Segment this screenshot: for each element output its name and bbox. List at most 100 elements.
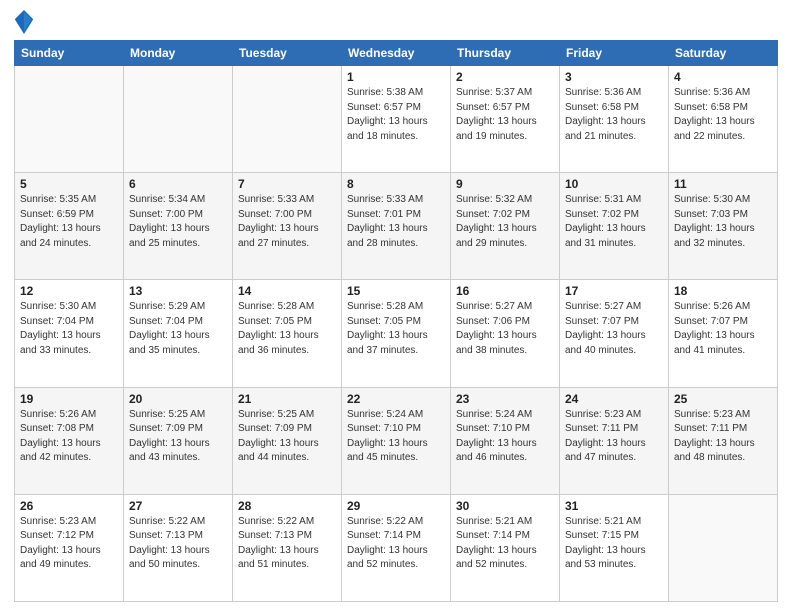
day-info: Sunrise: 5:34 AMSunset: 7:00 PMDaylight:… <box>129 193 227 251</box>
day-info: Sunrise: 5:30 AMSunset: 7:04 PMDaylight:… <box>20 300 118 358</box>
calendar-week-2: 12 Sunrise: 5:30 AMSunset: 7:04 PMDayligh… <box>15 280 778 387</box>
day-number: 5 <box>20 177 118 191</box>
day-info: Sunrise: 5:29 AMSunset: 7:04 PMDaylight:… <box>129 300 227 358</box>
day-info: Sunrise: 5:25 AMSunset: 7:09 PMDaylight:… <box>129 408 227 466</box>
day-info: Sunrise: 5:26 AMSunset: 7:08 PMDaylight:… <box>20 408 118 466</box>
day-info: Sunrise: 5:36 AMSunset: 6:58 PMDaylight:… <box>565 86 663 144</box>
calendar-cell: 25 Sunrise: 5:23 AMSunset: 7:11 PMDayligh… <box>669 387 778 494</box>
day-number: 16 <box>456 284 554 298</box>
calendar-cell: 10Sunrise: 5:31 AMSunset: 7:02 PMDayligh… <box>560 173 669 280</box>
day-info: Sunrise: 5:22 AMSunset: 7:14 PMDaylight:… <box>347 515 445 573</box>
day-number: 2 <box>456 70 554 84</box>
day-info: Sunrise: 5:38 AMSunset: 6:57 PMDaylight:… <box>347 86 445 144</box>
calendar-cell: 7 Sunrise: 5:33 AMSunset: 7:00 PMDaylight… <box>233 173 342 280</box>
day-number: 30 <box>456 499 554 513</box>
calendar-header: SundayMondayTuesdayWednesdayThursdayFrid… <box>15 41 778 66</box>
day-number: 11 <box>674 177 772 191</box>
day-number: 18 <box>674 284 772 298</box>
day-number: 21 <box>238 392 336 406</box>
calendar-cell <box>233 66 342 173</box>
calendar-cell: 27 Sunrise: 5:22 AMSunset: 7:13 PMDayligh… <box>124 494 233 601</box>
day-number: 27 <box>129 499 227 513</box>
calendar-table: SundayMondayTuesdayWednesdayThursdayFrid… <box>14 40 778 602</box>
calendar-cell: 9 Sunrise: 5:32 AMSunset: 7:02 PMDaylight… <box>451 173 560 280</box>
day-number: 9 <box>456 177 554 191</box>
header-day-sunday: Sunday <box>15 41 124 66</box>
day-number: 25 <box>674 392 772 406</box>
calendar-week-4: 26 Sunrise: 5:23 AMSunset: 7:12 PMDayligh… <box>15 494 778 601</box>
logo-icon <box>14 10 34 34</box>
day-number: 19 <box>20 392 118 406</box>
calendar-week-3: 19 Sunrise: 5:26 AMSunset: 7:08 PMDayligh… <box>15 387 778 494</box>
calendar-cell: 5 Sunrise: 5:35 AMSunset: 6:59 PMDaylight… <box>15 173 124 280</box>
day-number: 24 <box>565 392 663 406</box>
day-info: Sunrise: 5:33 AMSunset: 7:00 PMDaylight:… <box>238 193 336 251</box>
calendar-cell: 30Sunrise: 5:21 AMSunset: 7:14 PMDayligh… <box>451 494 560 601</box>
day-info: Sunrise: 5:23 AMSunset: 7:11 PMDaylight:… <box>674 408 772 466</box>
calendar-week-1: 5 Sunrise: 5:35 AMSunset: 6:59 PMDaylight… <box>15 173 778 280</box>
day-info: Sunrise: 5:24 AMSunset: 7:10 PMDaylight:… <box>456 408 554 466</box>
logo <box>14 10 36 34</box>
day-number: 20 <box>129 392 227 406</box>
calendar-cell <box>15 66 124 173</box>
day-info: Sunrise: 5:22 AMSunset: 7:13 PMDaylight:… <box>129 515 227 573</box>
day-number: 6 <box>129 177 227 191</box>
calendar-cell: 22 Sunrise: 5:24 AMSunset: 7:10 PMDayligh… <box>342 387 451 494</box>
header-day-friday: Friday <box>560 41 669 66</box>
calendar-week-0: 1 Sunrise: 5:38 AMSunset: 6:57 PMDaylight… <box>15 66 778 173</box>
calendar-cell: 2 Sunrise: 5:37 AMSunset: 6:57 PMDaylight… <box>451 66 560 173</box>
day-info: Sunrise: 5:24 AMSunset: 7:10 PMDaylight:… <box>347 408 445 466</box>
day-number: 7 <box>238 177 336 191</box>
day-number: 22 <box>347 392 445 406</box>
day-number: 12 <box>20 284 118 298</box>
day-info: Sunrise: 5:35 AMSunset: 6:59 PMDaylight:… <box>20 193 118 251</box>
day-number: 15 <box>347 284 445 298</box>
day-number: 10 <box>565 177 663 191</box>
header-row: SundayMondayTuesdayWednesdayThursdayFrid… <box>15 41 778 66</box>
calendar-cell: 24 Sunrise: 5:23 AMSunset: 7:11 PMDayligh… <box>560 387 669 494</box>
day-number: 23 <box>456 392 554 406</box>
day-info: Sunrise: 5:32 AMSunset: 7:02 PMDaylight:… <box>456 193 554 251</box>
header-day-wednesday: Wednesday <box>342 41 451 66</box>
calendar-cell: 4 Sunrise: 5:36 AMSunset: 6:58 PMDaylight… <box>669 66 778 173</box>
calendar-cell: 29 Sunrise: 5:22 AMSunset: 7:14 PMDayligh… <box>342 494 451 601</box>
header-day-monday: Monday <box>124 41 233 66</box>
day-info: Sunrise: 5:23 AMSunset: 7:11 PMDaylight:… <box>565 408 663 466</box>
header-day-thursday: Thursday <box>451 41 560 66</box>
calendar-cell: 26 Sunrise: 5:23 AMSunset: 7:12 PMDayligh… <box>15 494 124 601</box>
day-number: 3 <box>565 70 663 84</box>
day-number: 13 <box>129 284 227 298</box>
calendar-cell: 8 Sunrise: 5:33 AMSunset: 7:01 PMDaylight… <box>342 173 451 280</box>
day-number: 14 <box>238 284 336 298</box>
day-info: Sunrise: 5:36 AMSunset: 6:58 PMDaylight:… <box>674 86 772 144</box>
header-day-saturday: Saturday <box>669 41 778 66</box>
day-info: Sunrise: 5:30 AMSunset: 7:03 PMDaylight:… <box>674 193 772 251</box>
day-info: Sunrise: 5:27 AMSunset: 7:06 PMDaylight:… <box>456 300 554 358</box>
calendar-cell: 11 Sunrise: 5:30 AMSunset: 7:03 PMDayligh… <box>669 173 778 280</box>
calendar-cell <box>669 494 778 601</box>
calendar-cell: 1 Sunrise: 5:38 AMSunset: 6:57 PMDaylight… <box>342 66 451 173</box>
day-info: Sunrise: 5:37 AMSunset: 6:57 PMDaylight:… <box>456 86 554 144</box>
calendar-cell: 23 Sunrise: 5:24 AMSunset: 7:10 PMDayligh… <box>451 387 560 494</box>
calendar-cell: 20 Sunrise: 5:25 AMSunset: 7:09 PMDayligh… <box>124 387 233 494</box>
day-info: Sunrise: 5:33 AMSunset: 7:01 PMDaylight:… <box>347 193 445 251</box>
day-info: Sunrise: 5:23 AMSunset: 7:12 PMDaylight:… <box>20 515 118 573</box>
calendar-cell: 16 Sunrise: 5:27 AMSunset: 7:06 PMDayligh… <box>451 280 560 387</box>
header <box>14 10 778 34</box>
day-number: 31 <box>565 499 663 513</box>
calendar-cell: 21 Sunrise: 5:25 AMSunset: 7:09 PMDayligh… <box>233 387 342 494</box>
day-number: 17 <box>565 284 663 298</box>
day-number: 28 <box>238 499 336 513</box>
day-number: 8 <box>347 177 445 191</box>
day-number: 29 <box>347 499 445 513</box>
day-info: Sunrise: 5:25 AMSunset: 7:09 PMDaylight:… <box>238 408 336 466</box>
day-number: 1 <box>347 70 445 84</box>
day-info: Sunrise: 5:28 AMSunset: 7:05 PMDaylight:… <box>238 300 336 358</box>
calendar-cell <box>124 66 233 173</box>
calendar-body: 1 Sunrise: 5:38 AMSunset: 6:57 PMDaylight… <box>15 66 778 602</box>
day-info: Sunrise: 5:26 AMSunset: 7:07 PMDaylight:… <box>674 300 772 358</box>
day-number: 4 <box>674 70 772 84</box>
day-number: 26 <box>20 499 118 513</box>
calendar-cell: 28Sunrise: 5:22 AMSunset: 7:13 PMDayligh… <box>233 494 342 601</box>
calendar-cell: 13 Sunrise: 5:29 AMSunset: 7:04 PMDayligh… <box>124 280 233 387</box>
